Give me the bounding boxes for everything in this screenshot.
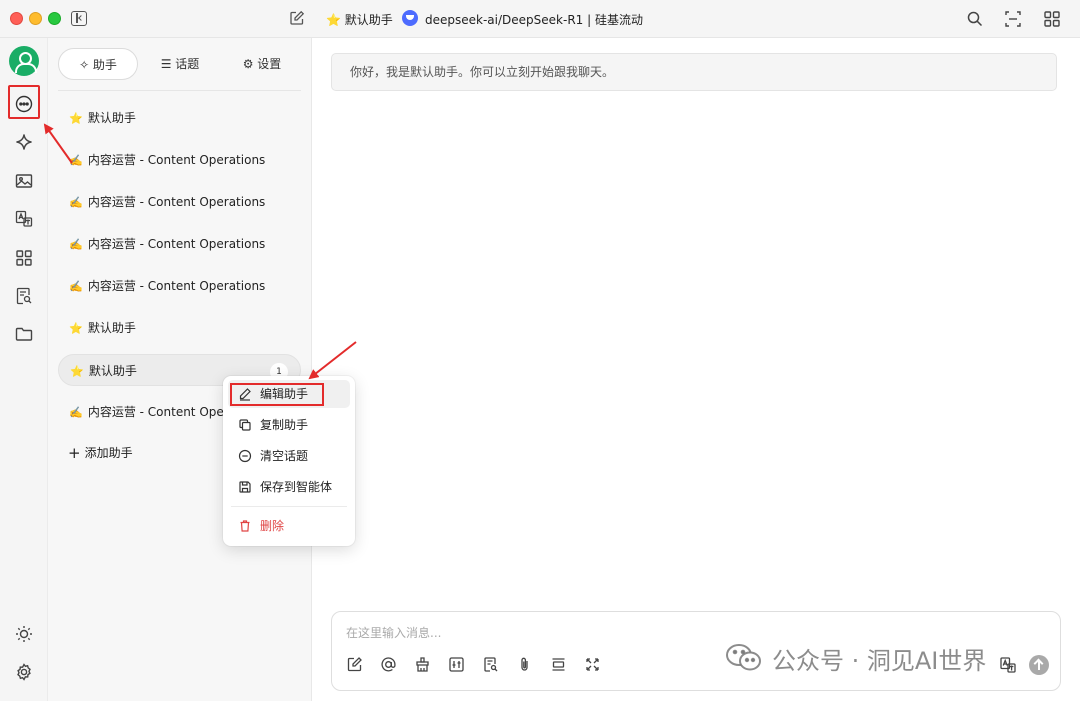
assistant-panel: ✧ 助手 ☰ 话题 ⚙ 设置 ⭐ 默认助手 ✍️ 内容运营 - Content … — [48, 38, 312, 701]
layout-grid-icon[interactable] — [1043, 10, 1061, 28]
menu-item-delete[interactable]: 删除 — [228, 512, 350, 540]
chat-main: 你好，我是默认助手。你可以立刻开始跟我聊天。 — [312, 38, 1080, 701]
assistant-list-item[interactable]: ✍️ 内容运营 - Content Operations — [58, 228, 301, 260]
watermark-text: 公众号 · 洞见AI世界 — [772, 646, 987, 675]
tab-settings[interactable]: ⚙ 设置 — [232, 48, 292, 80]
trash-icon — [240, 520, 250, 532]
assistant-list-item[interactable]: ⭐ 默认助手 — [58, 102, 301, 134]
translate-input-icon[interactable] — [999, 656, 1017, 674]
star-icon: ⭐ — [70, 365, 84, 378]
attachment-paperclip-icon[interactable] — [516, 656, 533, 673]
plus-icon: + — [68, 444, 81, 462]
translate-icon[interactable] — [14, 209, 34, 229]
close-window-button[interactable] — [10, 12, 23, 25]
tabs-divider — [58, 90, 301, 91]
knowledge-base-icon[interactable] — [482, 656, 499, 673]
writing-hand-icon: ✍️ — [69, 196, 83, 209]
settings-gear-icon[interactable] — [14, 662, 34, 682]
save-disk-icon — [239, 481, 251, 493]
menu-divider — [231, 506, 347, 507]
chat-icon-highlight — [8, 85, 40, 119]
minimize-window-button[interactable] — [29, 12, 42, 25]
assistant-name: 内容运营 - Content Operations — [87, 195, 266, 209]
add-assistant-button[interactable]: + 添加助手 — [68, 444, 133, 462]
current-model-title[interactable]: deepseek-ai/DeepSeek-R1 | 硅基流动 — [425, 11, 643, 28]
new-chat-edit-icon[interactable] — [289, 10, 305, 26]
expand-icon[interactable] — [584, 656, 601, 673]
assistant-name: 内容运营 - Content Operations — [87, 279, 266, 293]
assistant-name: 内容运营 - Content Operations — [87, 153, 266, 167]
context-divider-icon[interactable] — [550, 656, 567, 673]
assistant-name: 内容运营 - Content Operations — [87, 237, 266, 251]
tab-topics[interactable]: ☰ 话题 — [154, 48, 206, 80]
wechat-watermark: 公众号 · 洞见AI世界 — [724, 640, 986, 676]
title-bar: ⭐ 默认助手 deepseek-ai/DeepSeek-R1 | 硅基流动 — [0, 0, 1080, 38]
menu-label: 保存到智能体 — [260, 480, 333, 494]
theme-sun-icon[interactable] — [14, 624, 34, 644]
new-topic-edit-icon[interactable] — [346, 656, 363, 673]
wechat-logo-icon — [726, 644, 761, 671]
star-icon: ⭐ — [69, 322, 83, 335]
current-assistant-title: ⭐ 默认助手 — [326, 13, 393, 27]
star-icon: ⭐ — [69, 112, 83, 125]
assistant-name: 默认助手 — [87, 111, 136, 125]
menu-item-save-to-agents[interactable]: 保存到智能体 — [228, 473, 350, 501]
folder-icon[interactable] — [14, 324, 34, 344]
menu-label: 删除 — [260, 519, 285, 533]
copy-icon — [239, 419, 251, 431]
menu-label: 清空话题 — [260, 449, 309, 463]
sidebar-toggle-icon[interactable] — [71, 11, 87, 26]
apps-grid-icon[interactable] — [14, 248, 34, 268]
assistant-list-item[interactable]: ✍️ 内容运营 - Content Operations — [58, 270, 301, 302]
assistant-list-item[interactable]: ✍️ 内容运营 - Content Operations — [58, 144, 301, 176]
assistant-name: 默认助手 — [88, 364, 137, 378]
send-button[interactable] — [1029, 655, 1049, 675]
fullscreen-icon[interactable] — [1004, 10, 1022, 28]
assistant-name: 默认助手 — [87, 321, 136, 335]
mention-at-icon[interactable] — [380, 656, 397, 673]
maximize-window-button[interactable] — [48, 12, 61, 25]
tab-assistants[interactable]: ✧ 助手 — [58, 48, 138, 80]
menu-item-copy-assistant[interactable]: 复制助手 — [228, 411, 350, 439]
writing-hand-icon: ✍️ — [69, 280, 83, 293]
add-assistant-label: 添加助手 — [84, 446, 133, 460]
image-icon[interactable] — [14, 171, 34, 191]
assistant-list-item[interactable]: ✍️ 内容运营 - Content Operations — [58, 186, 301, 218]
menu-item-clear-topics[interactable]: 清空话题 — [228, 442, 350, 470]
sparkle-agents-icon[interactable] — [14, 132, 34, 152]
assistant-list-item[interactable]: ⭐ 默认助手 — [58, 312, 301, 344]
writing-hand-icon: ✍️ — [69, 154, 83, 167]
welcome-message: 你好，我是默认助手。你可以立刻开始跟我聊天。 — [331, 53, 1057, 91]
writing-hand-icon: ✍️ — [69, 406, 83, 419]
edit-assistant-highlight — [230, 383, 324, 406]
minus-circle-icon — [238, 449, 252, 463]
menu-label: 复制助手 — [260, 418, 309, 432]
user-avatar[interactable] — [9, 46, 39, 76]
search-icon[interactable] — [966, 10, 984, 28]
knowledge-search-icon[interactable] — [14, 286, 34, 306]
clear-broom-icon[interactable] — [414, 656, 431, 673]
sliders-settings-icon[interactable] — [448, 656, 465, 673]
writing-hand-icon: ✍️ — [69, 238, 83, 251]
icon-rail — [0, 38, 48, 701]
deepseek-logo-icon — [402, 10, 418, 26]
